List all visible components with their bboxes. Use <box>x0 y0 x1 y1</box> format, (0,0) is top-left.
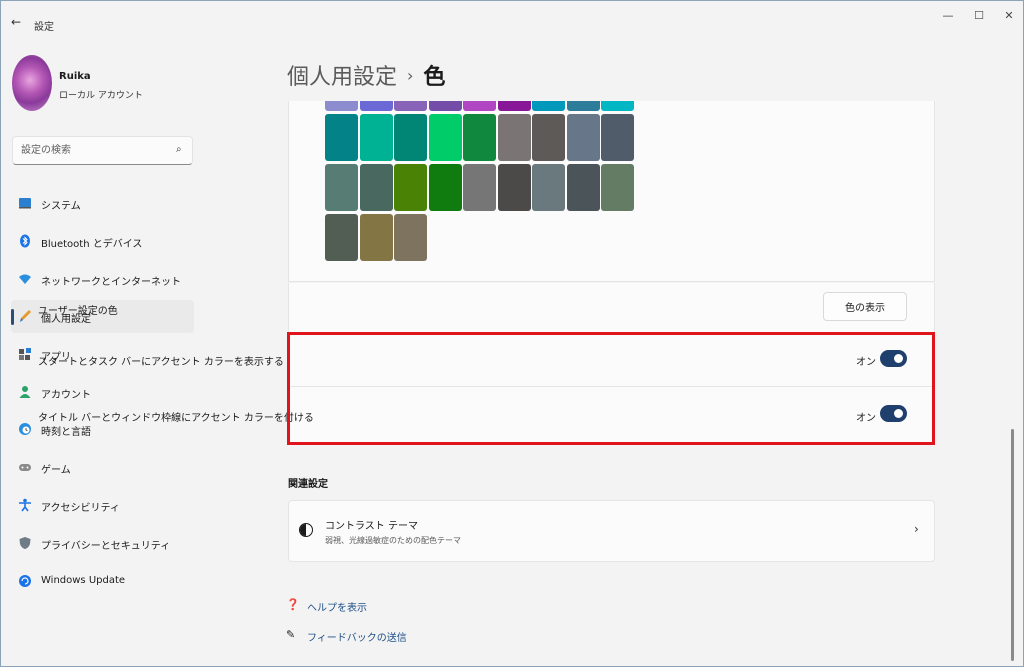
accent-start-taskbar-label: スタートとタスク バーにアクセント カラーを表示する <box>38 357 284 368</box>
sidebar-item-label: ネットワークとインターネット <box>41 277 181 288</box>
color-swatch[interactable] <box>566 114 600 161</box>
color-swatch[interactable] <box>325 114 358 161</box>
color-swatch[interactable] <box>601 101 634 111</box>
person-icon <box>18 385 32 399</box>
breadcrumb-separator: › <box>407 66 414 85</box>
contrast-themes-description: 弱視、光線過敏症のための配色テーマ <box>325 536 461 545</box>
feedback-icon: ✎ <box>286 628 296 641</box>
sidebar-item-label: アクセシビリティ <box>41 503 120 514</box>
maximize-icon[interactable]: ☐ <box>964 9 994 25</box>
avatar[interactable] <box>12 55 52 111</box>
color-swatch[interactable] <box>497 164 531 211</box>
gamepad-icon <box>18 460 32 474</box>
close-icon[interactable]: ✕ <box>994 9 1024 25</box>
view-colors-button[interactable]: 色の表示 <box>823 292 907 321</box>
sidebar-item-accessibility[interactable]: アクセシビリティ <box>11 489 194 522</box>
color-swatch[interactable] <box>359 214 393 261</box>
minimize-icon[interactable]: — <box>933 9 963 25</box>
color-swatch[interactable] <box>566 164 600 211</box>
active-indicator <box>11 309 14 325</box>
accent-title-bar-state: オン <box>856 413 876 424</box>
divider <box>291 386 933 387</box>
accent-start-taskbar-state: オン <box>856 357 876 368</box>
color-swatch[interactable] <box>394 164 427 211</box>
window-title: 設定 <box>34 22 54 33</box>
color-swatch[interactable] <box>532 164 565 211</box>
color-swatch[interactable] <box>463 164 496 211</box>
brush-icon <box>18 309 32 323</box>
sidebar-item-label: ゲーム <box>41 465 71 476</box>
sidebar-item-label: Bluetooth とデバイス <box>41 239 143 250</box>
accent-title-bar-label: タイトル バーとウィンドウ枠線にアクセント カラーを付ける <box>38 413 314 424</box>
sidebar-item-system[interactable]: システム <box>11 187 194 220</box>
contrast-icon <box>299 523 313 537</box>
sidebar-item-label: Windows Update <box>41 575 126 586</box>
color-swatch[interactable] <box>325 101 358 111</box>
related-settings-title: 関連設定 <box>288 479 328 490</box>
breadcrumb-parent[interactable]: 個人用設定 <box>287 65 397 90</box>
sidebar-item-gaming[interactable]: ゲーム <box>11 451 194 484</box>
accessibility-icon <box>18 498 32 512</box>
accent-start-taskbar-toggle[interactable] <box>880 350 907 367</box>
color-swatch[interactable] <box>325 164 358 211</box>
page-title: 色 <box>423 65 446 90</box>
monitor-icon <box>18 196 32 210</box>
toggle-knob <box>894 354 903 363</box>
color-swatch[interactable] <box>532 114 565 161</box>
color-swatch[interactable] <box>497 101 531 111</box>
profile-name: Ruika <box>59 71 91 82</box>
color-swatch[interactable] <box>601 164 634 211</box>
color-swatch[interactable] <box>359 114 393 161</box>
color-swatch[interactable] <box>463 101 496 111</box>
title-bar: ← 設定 — ☐ ✕ <box>1 1 1023 35</box>
feedback-link[interactable]: フィードバックの送信 <box>307 629 407 644</box>
accent-title-bar-toggle[interactable] <box>880 405 907 422</box>
sidebar-item-accounts[interactable]: アカウント <box>11 376 194 409</box>
chevron-right-icon[interactable]: › <box>914 522 919 536</box>
sidebar-item-label: アカウント <box>41 390 91 401</box>
color-swatch[interactable] <box>325 214 358 261</box>
settings-window: ← 設定 — ☐ ✕ Ruika ローカル アカウント ⌕ システム Bluet… <box>0 0 1024 667</box>
search-icon[interactable]: ⌕ <box>176 144 182 155</box>
search-input[interactable] <box>12 136 193 165</box>
sidebar-item-windows-update[interactable]: Windows Update <box>11 565 194 598</box>
clock-globe-icon <box>18 422 32 436</box>
color-swatch[interactable] <box>394 214 427 261</box>
toggle-knob <box>894 409 903 418</box>
sidebar-item-label: 時刻と言語 <box>41 427 91 438</box>
wifi-icon <box>18 272 32 286</box>
bluetooth-icon <box>18 234 32 248</box>
color-swatch[interactable] <box>463 114 496 161</box>
sidebar-item-network[interactable]: ネットワークとインターネット <box>11 263 194 296</box>
sidebar-item-privacy[interactable]: プライバシーとセキュリティ <box>11 527 194 560</box>
help-link[interactable]: ヘルプを表示 <box>307 599 367 614</box>
color-swatch[interactable] <box>566 101 600 111</box>
scrollbar[interactable] <box>1011 429 1014 661</box>
color-swatch[interactable] <box>532 101 565 111</box>
apps-icon <box>18 347 32 361</box>
color-swatch[interactable] <box>497 114 531 161</box>
color-swatch[interactable] <box>394 114 427 161</box>
back-arrow-icon[interactable]: ← <box>11 15 21 29</box>
shield-icon <box>18 536 32 550</box>
sidebar-item-bluetooth[interactable]: Bluetooth とデバイス <box>11 225 194 258</box>
profile-account-type: ローカル アカウント <box>59 91 143 101</box>
update-icon <box>18 574 32 588</box>
color-swatch[interactable] <box>428 164 462 211</box>
color-swatch[interactable] <box>601 114 634 161</box>
sidebar-item-label: システム <box>41 201 81 212</box>
color-swatch[interactable] <box>394 101 427 111</box>
sidebar-item-label: プライバシーとセキュリティ <box>41 541 171 552</box>
contrast-themes-title: コントラスト テーマ <box>325 521 418 532</box>
help-icon: ❓ <box>286 598 300 611</box>
accent-toggles-card <box>288 333 935 443</box>
custom-color-label: ユーザー設定の色 <box>38 306 118 317</box>
color-swatch[interactable] <box>359 164 393 211</box>
color-swatch[interactable] <box>428 101 462 111</box>
breadcrumb: 個人用設定 › 色 <box>287 59 445 91</box>
color-swatch[interactable] <box>359 101 393 111</box>
color-swatch[interactable] <box>428 114 462 161</box>
